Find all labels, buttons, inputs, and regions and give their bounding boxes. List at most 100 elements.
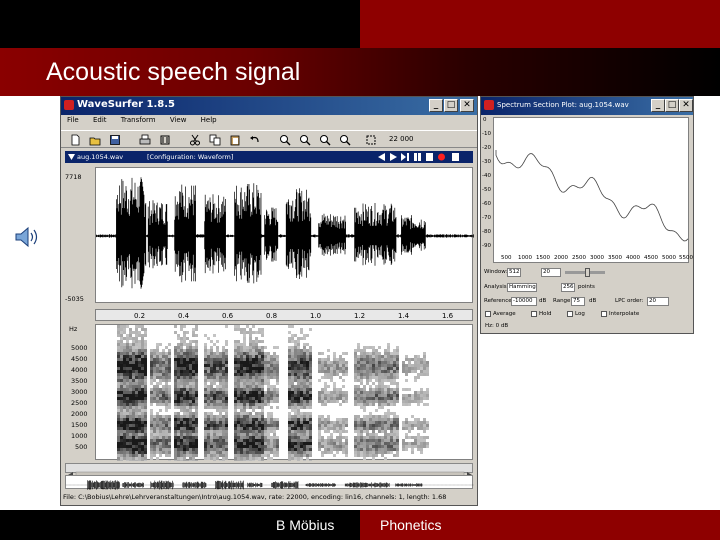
spectrogram-cell: [243, 328, 246, 331]
menu-view[interactable]: View: [170, 116, 187, 124]
spectrogram-cell: [213, 460, 216, 463]
spectrogram-cell: [117, 334, 120, 337]
speaker-icon[interactable]: [14, 226, 44, 248]
spectrogram-cell: [120, 424, 123, 427]
slider-thumb[interactable]: [585, 268, 590, 277]
spectrogram-cell: [195, 451, 198, 454]
menu-help[interactable]: Help: [201, 116, 217, 124]
spectrogram-cell: [255, 370, 258, 373]
spectrogram-cell: [390, 439, 393, 442]
spectrogram-cell: [258, 370, 261, 373]
spectrogram-cell: [393, 361, 396, 364]
spectrogram-cell: [276, 451, 279, 454]
close-button[interactable]: ✕: [460, 99, 474, 112]
copy-icon[interactable]: [209, 134, 221, 146]
spectrogram-cell: [372, 427, 375, 430]
lpc-order-entry[interactable]: 20: [647, 297, 669, 306]
spectrogram-cell: [123, 331, 126, 334]
spectrogram-cell: [291, 439, 294, 442]
spectrogram-cell: [195, 352, 198, 355]
overview-waveform[interactable]: [65, 475, 474, 490]
spectrogram-cell: [117, 391, 120, 394]
lpc-order-slider[interactable]: [565, 268, 605, 277]
menu-file[interactable]: File: [67, 116, 79, 124]
analysis-window-type-select[interactable]: Hamming: [507, 283, 537, 292]
print-icon[interactable]: [139, 134, 151, 146]
spectrogram-cell: [354, 427, 357, 430]
play-backward-icon[interactable]: [377, 152, 386, 162]
spectrogram-cell: [417, 418, 420, 421]
spectrum-titlebar[interactable]: Spectrum Section Plot: aug.1054.wav _ □ …: [481, 97, 693, 115]
spectrogram-cell: [183, 421, 186, 424]
spectrogram-cell: [252, 436, 255, 439]
zoom-out-icon[interactable]: [299, 134, 311, 146]
save-icon[interactable]: [109, 134, 121, 146]
window-select[interactable]: 512: [507, 268, 521, 277]
zoom-to-icon[interactable]: [365, 134, 377, 146]
spectrogram-cell: [303, 460, 306, 463]
spectrum-section-window[interactable]: Spectrum Section Plot: aug.1054.wav _ □ …: [480, 96, 694, 334]
spectrogram-cell: [135, 406, 138, 409]
play-icon[interactable]: [389, 152, 398, 162]
close-sound-icon[interactable]: [451, 152, 460, 162]
spectrogram-cell: [237, 370, 240, 373]
spectrogram-cell: [168, 436, 171, 439]
spectrogram-cell: [402, 370, 405, 373]
spectrum-maximize-button[interactable]: □: [665, 99, 679, 112]
spectrogram-cell: [135, 325, 138, 328]
hold-checkbox[interactable]: [531, 311, 537, 317]
spectrogram-pane[interactable]: [95, 324, 473, 463]
collapse-arrow-icon[interactable]: [67, 152, 76, 162]
spectrogram-cell: [156, 439, 159, 442]
spectrum-minimize-button[interactable]: _: [651, 99, 665, 112]
cut-icon[interactable]: [189, 134, 201, 146]
log-checkbox[interactable]: [567, 311, 573, 317]
spectrogram-cell: [372, 421, 375, 424]
pause-icon[interactable]: [413, 152, 422, 162]
spectrogram-cell: [306, 379, 309, 382]
undo-icon[interactable]: [249, 134, 261, 146]
menu-edit[interactable]: Edit: [93, 116, 107, 124]
range-field[interactable]: 75: [571, 297, 585, 306]
stop-icon[interactable]: [425, 152, 434, 162]
zoom-in-icon[interactable]: [279, 134, 291, 146]
minimize-button[interactable]: _: [429, 99, 443, 112]
average-checkbox[interactable]: [485, 311, 491, 317]
sound-file-bar[interactable]: aug.1054.wav [Configuration: Waveform]: [65, 151, 473, 163]
spectrogram-cell: [360, 397, 363, 400]
fft-points-select[interactable]: 256: [561, 283, 575, 292]
reference-field[interactable]: -10000: [511, 297, 537, 306]
paste-icon[interactable]: [229, 134, 241, 146]
spectrogram-cell: [339, 367, 342, 370]
horizontal-scrollbar[interactable]: [65, 463, 473, 479]
play-all-icon[interactable]: [401, 152, 410, 162]
open-folder-icon[interactable]: [89, 134, 101, 146]
spectrogram-cell: [120, 406, 123, 409]
spectrogram-cell: [183, 373, 186, 376]
interpolate-checkbox[interactable]: [601, 311, 607, 317]
record-icon[interactable]: [437, 152, 446, 162]
maximize-button[interactable]: □: [444, 99, 458, 112]
spectrogram-cell: [255, 451, 258, 454]
spectrogram-cell: [225, 451, 228, 454]
lpc-order-field[interactable]: 20: [541, 268, 561, 277]
spectrogram-cell: [210, 382, 213, 385]
menu-transform[interactable]: Transform: [121, 116, 156, 124]
spectrogram-cell: [186, 373, 189, 376]
wavesurfer-titlebar[interactable]: WaveSurfer 1.8.5 _ □ ✕: [61, 97, 477, 115]
zoom-all-icon[interactable]: [319, 134, 331, 146]
spectrogram-cell: [156, 436, 159, 439]
spectrogram-cell: [396, 388, 399, 391]
wavesurfer-window[interactable]: WaveSurfer 1.8.5 _ □ ✕ File Edit Transfo…: [60, 96, 478, 506]
spectrogram-cell: [336, 388, 339, 391]
spectrum-plot-pane[interactable]: [493, 117, 689, 263]
spectrum-close-button[interactable]: ✕: [679, 99, 693, 112]
spectrogram-cell: [144, 460, 147, 463]
waveform-pane[interactable]: [95, 167, 474, 303]
settings-icon[interactable]: [159, 134, 171, 146]
spectrogram-cell: [207, 337, 210, 340]
zoom-selection-icon[interactable]: [339, 134, 351, 146]
new-file-icon[interactable]: [69, 134, 81, 146]
spectrogram-cell: [357, 355, 360, 358]
spectrogram-cell: [327, 370, 330, 373]
